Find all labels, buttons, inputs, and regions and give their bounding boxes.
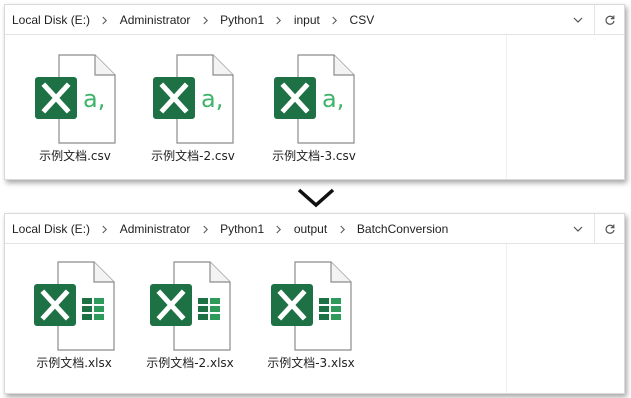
breadcrumb-item[interactable]: Local Disk (E:): [12, 5, 90, 35]
file-item[interactable]: 示例文档-2.csv: [138, 53, 248, 164]
file-name: 示例文档-3.csv: [272, 149, 356, 163]
chevron-down-icon[interactable]: [566, 5, 590, 35]
breadcrumb-item[interactable]: BatchConversion: [357, 214, 448, 244]
breadcrumb-item[interactable]: Python1: [220, 5, 264, 35]
chevron-right-icon[interactable]: [275, 7, 282, 37]
refresh-icon: [605, 224, 615, 234]
xlsx-file-icon: [32, 260, 116, 352]
file-item[interactable]: 示例文档.csv: [20, 53, 130, 164]
breadcrumb: Local Disk (E:) Administrator Python1 ou…: [12, 214, 448, 244]
file-list: 示例文档.xlsx 示例文档-2.xlsx 示例文档-3.xlsx: [5, 244, 624, 393]
csv-file-icon: [33, 53, 117, 145]
xlsx-file-icon: [148, 260, 232, 352]
breadcrumb-item[interactable]: output: [294, 214, 327, 244]
chevron-right-icon[interactable]: [101, 216, 108, 246]
refresh-button[interactable]: [594, 5, 624, 35]
file-item[interactable]: 示例文档-2.xlsx: [135, 260, 245, 371]
chevron-down-icon: [297, 188, 335, 208]
file-item[interactable]: 示例文档.xlsx: [19, 260, 129, 371]
chevron-right-icon[interactable]: [275, 216, 282, 246]
chevron-right-icon[interactable]: [331, 7, 338, 37]
address-bar[interactable]: Local Disk (E:) Administrator Python1 in…: [5, 5, 624, 35]
explorer-window-input: Local Disk (E:) Administrator Python1 in…: [4, 4, 625, 180]
csv-file-icon: [151, 53, 235, 145]
breadcrumb: Local Disk (E:) Administrator Python1 in…: [12, 5, 374, 35]
breadcrumb-item[interactable]: CSV: [350, 5, 375, 35]
breadcrumb-item[interactable]: Local Disk (E:): [12, 214, 90, 244]
breadcrumb-item[interactable]: input: [294, 5, 320, 35]
refresh-icon: [605, 15, 615, 25]
breadcrumb-item[interactable]: Python1: [220, 214, 264, 244]
file-name: 示例文档-2.csv: [151, 149, 235, 163]
chevron-right-icon[interactable]: [339, 216, 346, 246]
file-name: 示例文档-3.xlsx: [267, 356, 355, 370]
chevron-down-icon[interactable]: [566, 214, 590, 244]
file-list: 示例文档.csv 示例文档-2.csv 示例文档-3.csv: [5, 35, 624, 179]
file-item[interactable]: 示例文档-3.xlsx: [256, 260, 366, 371]
chevron-right-icon[interactable]: [101, 7, 108, 37]
address-bar[interactable]: Local Disk (E:) Administrator Python1 ou…: [5, 214, 624, 244]
chevron-right-icon[interactable]: [202, 216, 209, 246]
file-name: 示例文档-2.xlsx: [146, 356, 234, 370]
file-name: 示例文档.csv: [39, 149, 111, 163]
xlsx-file-icon: [269, 260, 353, 352]
explorer-window-output: Local Disk (E:) Administrator Python1 ou…: [4, 213, 625, 394]
csv-file-icon: [272, 53, 356, 145]
breadcrumb-item[interactable]: Administrator: [120, 5, 191, 35]
file-name: 示例文档.xlsx: [36, 356, 112, 370]
file-item[interactable]: 示例文档-3.csv: [259, 53, 369, 164]
refresh-button[interactable]: [594, 214, 624, 244]
breadcrumb-item[interactable]: Administrator: [120, 214, 191, 244]
chevron-right-icon[interactable]: [202, 7, 209, 37]
